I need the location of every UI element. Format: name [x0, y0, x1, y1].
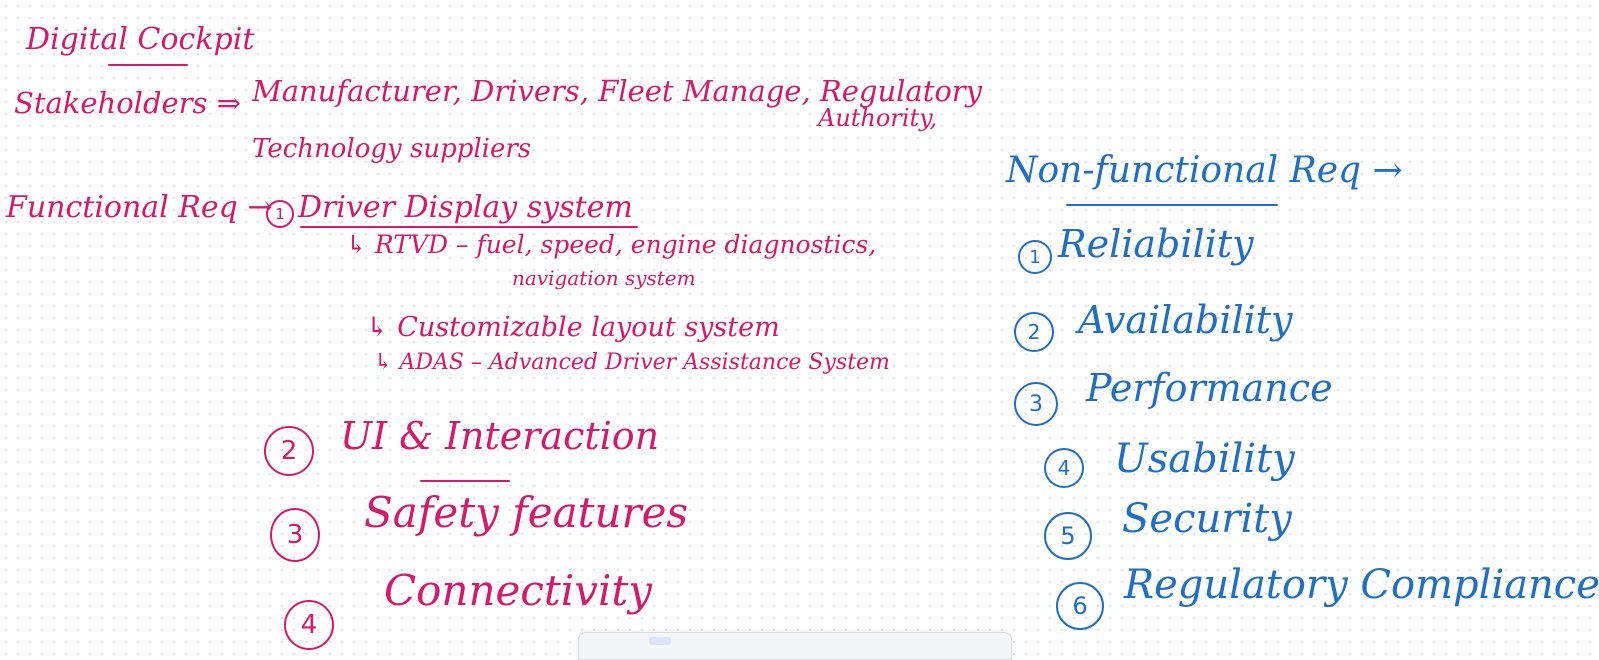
nfr-item-regulatory-compliance: Regulatory Compliance: [1124, 562, 1599, 608]
highlighter-icon[interactable]: [757, 637, 779, 645]
nfr-item-availability: Availability: [1078, 298, 1293, 342]
nfr-item-performance: Performance: [1086, 366, 1333, 410]
hand-icon[interactable]: [595, 637, 617, 645]
fr3-number: 3: [270, 508, 320, 562]
fr4-number: 4: [284, 600, 334, 650]
fr1-sub-rtvd: ↳ RTVD – fuel, speed, engine diagnostics…: [346, 230, 877, 259]
nfr-item-security: Security: [1122, 496, 1292, 542]
nfr-item-reliability: Reliability: [1058, 222, 1254, 266]
fr1-underline: [300, 226, 638, 228]
stakeholders-label: Stakeholders ⇒: [14, 86, 241, 120]
fr1-title: Driver Display system: [298, 190, 633, 225]
fr1-number: 1: [266, 200, 294, 228]
drawing-toolbar: [578, 632, 1012, 660]
image-icon[interactable]: [919, 637, 941, 645]
title-underline: [108, 64, 188, 66]
stakeholders-cont-authority: Authority,: [818, 104, 938, 132]
shape-icon[interactable]: [865, 637, 887, 645]
stakeholders-cont-suppliers: Technology suppliers: [252, 134, 532, 164]
page-title: Digital Cockpit: [26, 22, 255, 57]
nfr-number-5: 5: [1044, 512, 1092, 560]
fr1-sub-adas: ↳ ADAS – Advanced Driver Assistance Syst…: [374, 350, 890, 375]
nfr-number-1: 1: [1018, 240, 1052, 274]
functional-req-label: Functional Req →: [6, 190, 273, 225]
fr4-title: Connectivity: [384, 566, 652, 615]
fr2-title: UI & Interaction: [340, 414, 660, 458]
nfr-item-usability: Usability: [1114, 436, 1295, 482]
more-icon[interactable]: [973, 637, 995, 645]
fr3-title: Safety features: [364, 488, 689, 537]
eraser-icon[interactable]: [811, 637, 833, 645]
pointer-icon[interactable]: [649, 637, 671, 645]
fr1-sub-layout: ↳ Customizable layout system: [366, 312, 780, 343]
fr1-sub-rtvd-cont: navigation system: [512, 266, 696, 290]
nfr-number-4: 4: [1044, 448, 1084, 488]
nfr-number-2: 2: [1014, 312, 1054, 352]
stakeholders-list: Manufacturer, Drivers, Fleet Manage, Reg…: [252, 74, 983, 108]
nfr-number-6: 6: [1056, 582, 1104, 630]
nfr-number-3: 3: [1014, 382, 1058, 426]
nfr-label: Non-functional Req →: [1006, 150, 1403, 191]
fr2-number: 2: [264, 426, 314, 476]
whiteboard-canvas[interactable]: Digital Cockpit Stakeholders ⇒ Manufactu…: [0, 0, 1599, 650]
nfr-underline: [1066, 204, 1278, 206]
fr2-underline: [420, 480, 510, 482]
pen-icon[interactable]: [703, 637, 725, 645]
